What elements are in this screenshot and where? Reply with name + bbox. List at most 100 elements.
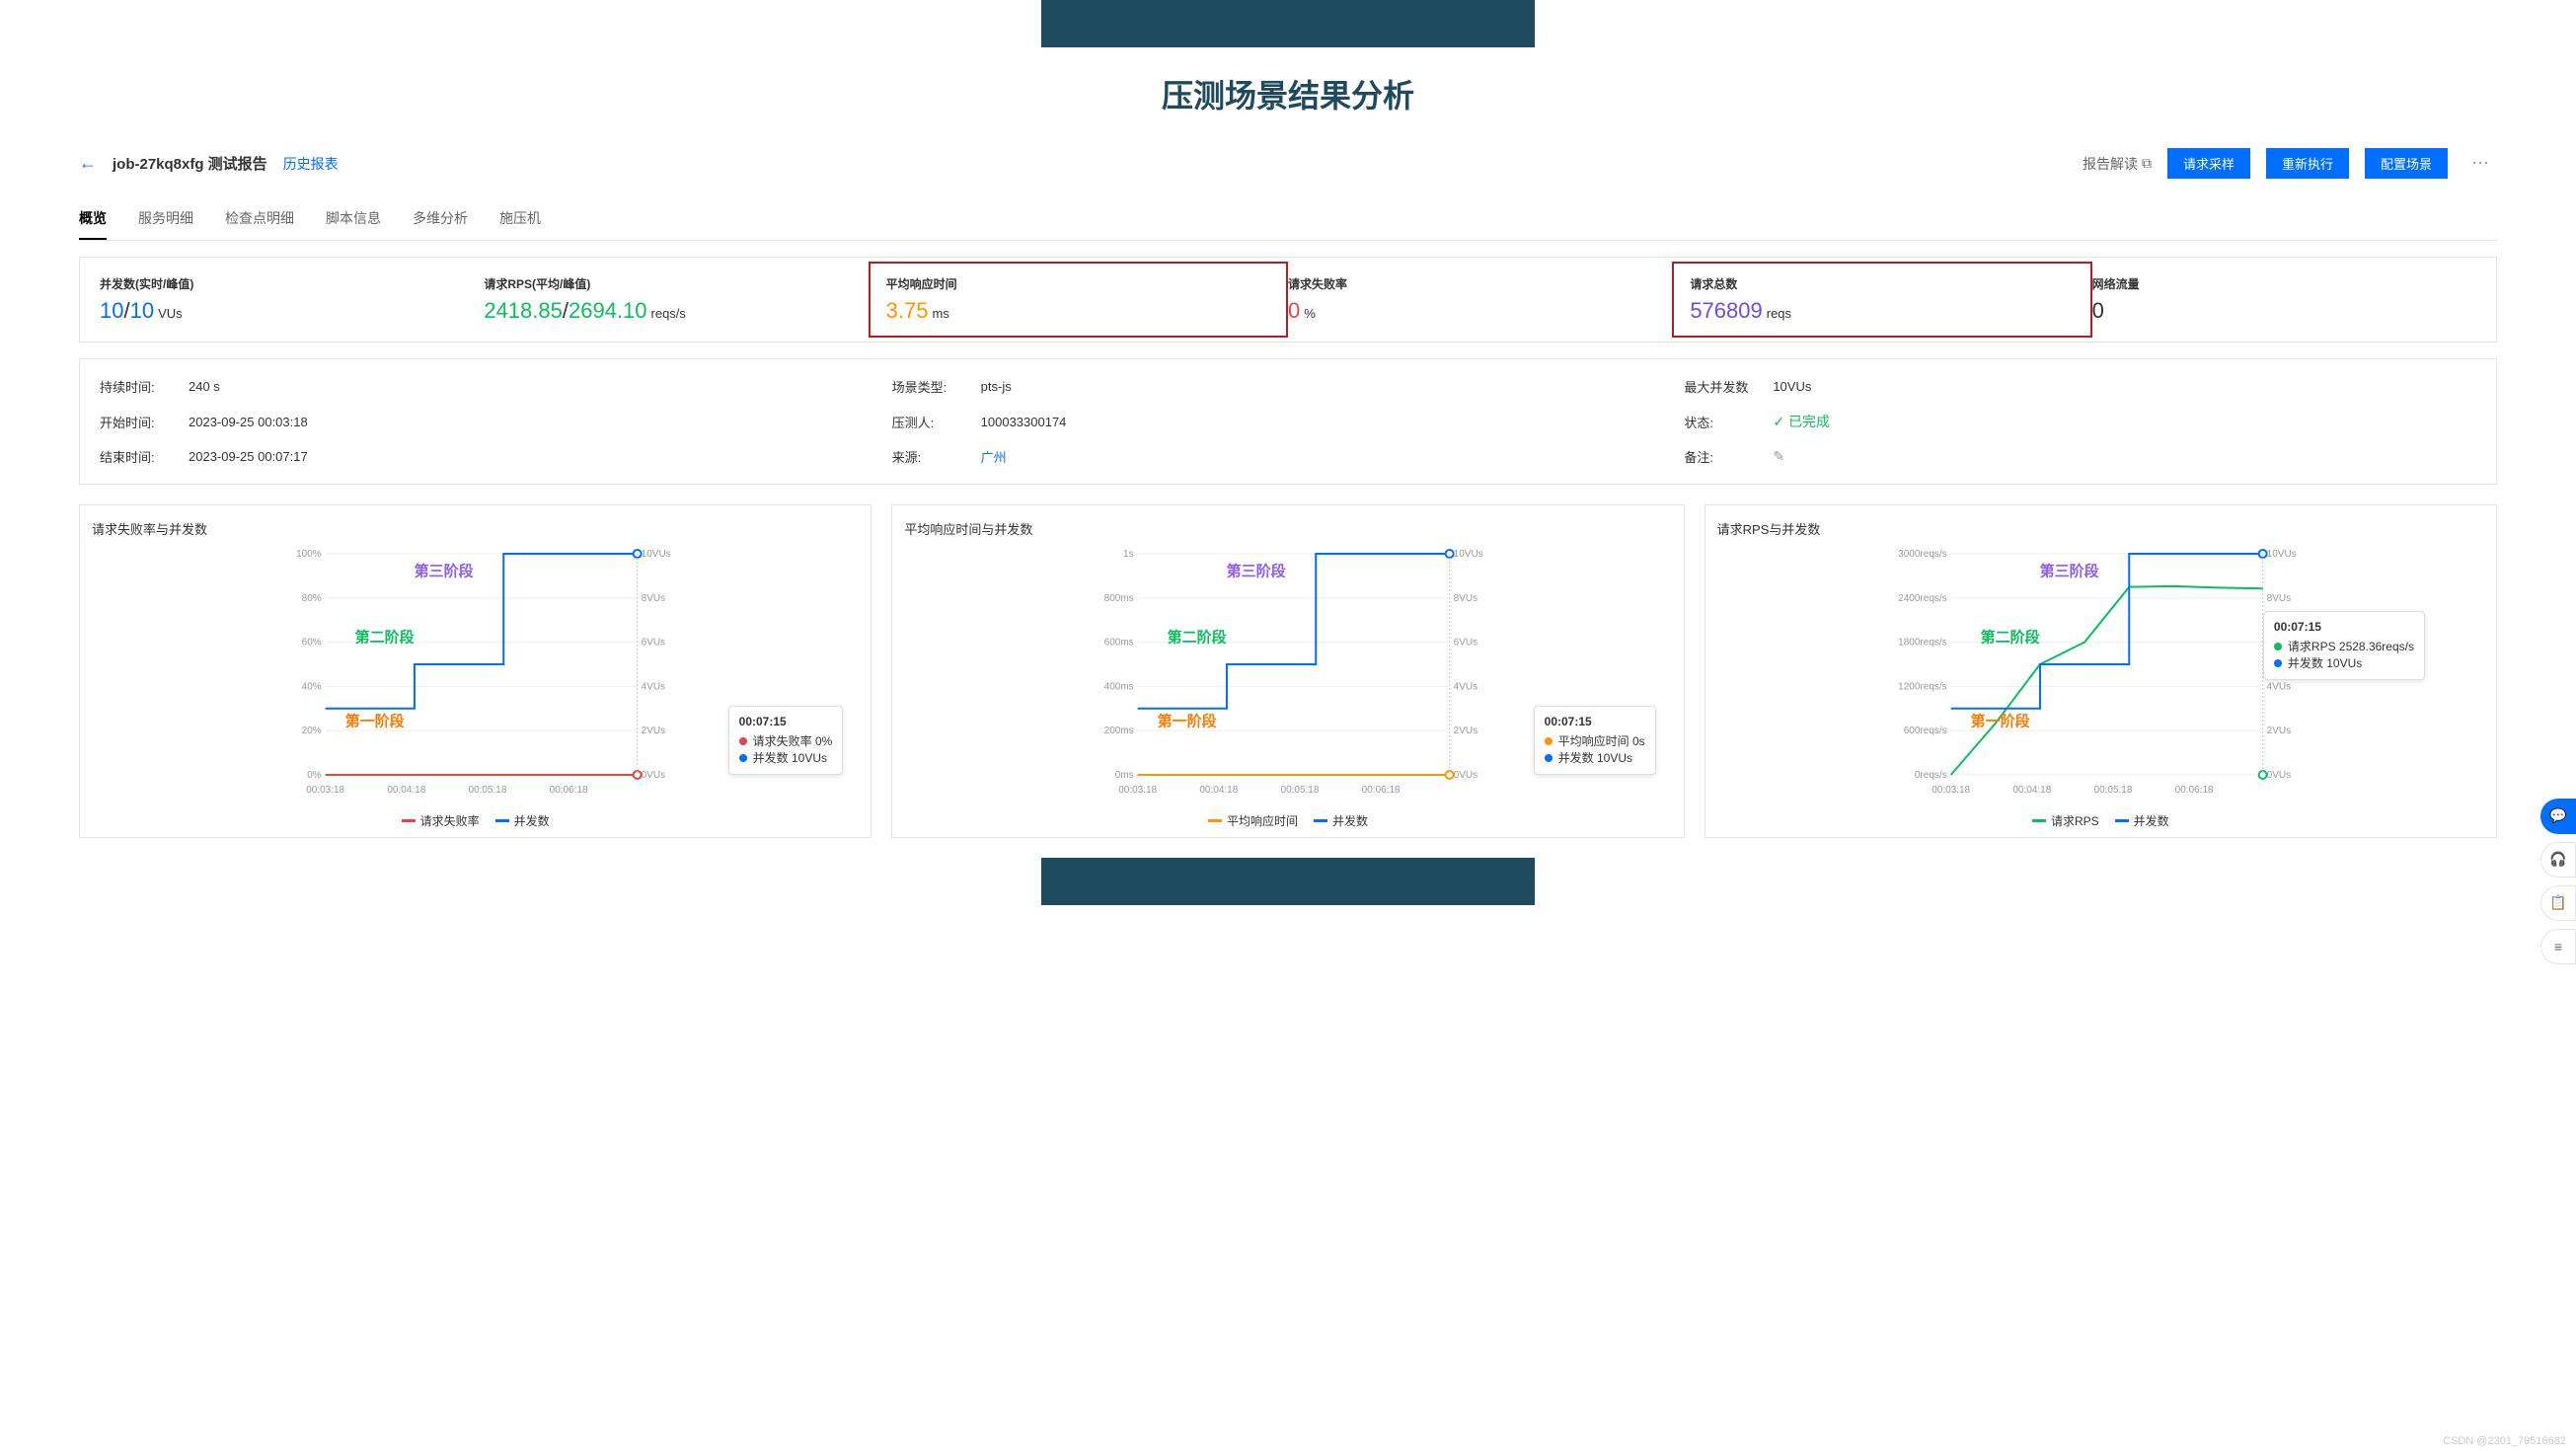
legend-item[interactable]: 平均响应时间: [1208, 812, 1298, 829]
fab-feedback-icon[interactable]: 📋: [2540, 885, 2576, 921]
chart-legend: 平均响应时间并发数: [904, 804, 1671, 829]
check-circle-icon: ✓: [1773, 414, 1784, 430]
fab-chat-icon[interactable]: 💬: [2540, 799, 2576, 834]
svg-text:00:05:18: 00:05:18: [2093, 785, 2132, 796]
svg-text:4VUs: 4VUs: [2266, 681, 2290, 692]
history-link[interactable]: 历史报表: [283, 154, 339, 174]
edit-icon[interactable]: ✎: [1773, 448, 1784, 465]
svg-text:400ms: 400ms: [1104, 681, 1134, 692]
metric-network: 网络流量 0: [2092, 275, 2476, 324]
svg-text:第二阶段: 第二阶段: [1980, 629, 2039, 647]
page-title: 压测场景结果分析: [0, 71, 2576, 116]
legend-item[interactable]: 请求RPS: [2032, 812, 2099, 829]
svg-text:20%: 20%: [302, 726, 322, 736]
svg-text:3000reqs/s: 3000reqs/s: [1898, 549, 1946, 560]
svg-text:2VUs: 2VUs: [642, 726, 665, 736]
chart-panel-1: 平均响应时间与并发数0ms0VUs200ms2VUs400ms4VUs600ms…: [891, 504, 1684, 838]
chart-title: 请求RPS与并发数: [1717, 519, 2484, 538]
chart-tooltip: 00:07:15请求RPS 2528.36reqs/s并发数 10VUs: [2263, 611, 2425, 680]
report-header: ← job-27kq8xfg 测试报告 历史报表 报告解读 ⧉ 请求采样 重新执…: [79, 140, 2497, 198]
legend-item[interactable]: 请求失败率: [402, 812, 480, 829]
rerun-button[interactable]: 重新执行: [2266, 148, 2349, 179]
svg-text:10VUs: 10VUs: [1454, 549, 1483, 560]
external-link-icon: ⧉: [2142, 155, 2152, 172]
svg-text:第一阶段: 第一阶段: [1970, 713, 2029, 730]
svg-text:8VUs: 8VUs: [2266, 593, 2290, 604]
report-interpretation-link[interactable]: 报告解读 ⧉: [2083, 154, 2152, 174]
svg-text:00:04:18: 00:04:18: [387, 785, 425, 796]
charts-row: 请求失败率与并发数0%0VUs20%2VUs40%4VUs60%6VUs80%8…: [79, 504, 2497, 838]
svg-text:800ms: 800ms: [1104, 593, 1134, 604]
banner-top: [1041, 0, 1535, 47]
metrics-panel: 并发数(实时/峰值) 10/10VUs 请求RPS(平均/峰值) 2418.85…: [79, 257, 2497, 343]
floating-actions: 💬 🎧 📋 ≡: [2540, 799, 2576, 964]
tab-multi-analysis[interactable]: 多维分析: [413, 198, 468, 240]
tab-service-detail[interactable]: 服务明细: [138, 198, 193, 240]
svg-text:第三阶段: 第三阶段: [2039, 562, 2098, 579]
svg-text:00:03:18: 00:03:18: [1932, 785, 1970, 796]
config-button[interactable]: 配置场景: [2365, 148, 2448, 179]
chart-panel-2: 请求RPS与并发数0reqs/s0VUs600reqs/s2VUs1200req…: [1705, 504, 2497, 838]
svg-text:600reqs/s: 600reqs/s: [1903, 726, 1946, 736]
svg-text:第二阶段: 第二阶段: [1168, 629, 1227, 647]
report-title: job-27kq8xfg 测试报告: [113, 153, 267, 174]
svg-text:第一阶段: 第一阶段: [1158, 713, 1217, 730]
tab-script-info[interactable]: 脚本信息: [326, 198, 381, 240]
back-icon[interactable]: ←: [79, 153, 97, 174]
svg-text:0%: 0%: [307, 770, 322, 781]
svg-text:200ms: 200ms: [1104, 726, 1134, 736]
source-link[interactable]: 广州: [981, 447, 1007, 466]
svg-text:00:05:18: 00:05:18: [469, 785, 507, 796]
fab-headset-icon[interactable]: 🎧: [2540, 842, 2576, 878]
svg-text:00:04:18: 00:04:18: [1200, 785, 1239, 796]
svg-text:4VUs: 4VUs: [1454, 681, 1477, 692]
chart-tooltip: 00:07:15平均响应时间 0s并发数 10VUs: [1534, 706, 1656, 775]
chart-panel-0: 请求失败率与并发数0%0VUs20%2VUs40%4VUs60%6VUs80%8…: [79, 504, 871, 838]
svg-text:100%: 100%: [296, 549, 322, 560]
svg-text:6VUs: 6VUs: [1454, 638, 1477, 649]
svg-text:8VUs: 8VUs: [1454, 593, 1477, 604]
svg-text:600ms: 600ms: [1104, 638, 1134, 649]
tab-checkpoint-detail[interactable]: 检查点明细: [225, 198, 294, 240]
watermark: CSDN @2301_79516682: [2443, 1435, 2566, 1447]
status-badge: ✓已完成: [1773, 412, 1830, 431]
legend-item[interactable]: 并发数: [495, 812, 550, 829]
svg-text:6VUs: 6VUs: [642, 638, 665, 649]
metric-total-requests: 请求总数 576809reqs: [1672, 262, 2091, 338]
legend-item[interactable]: 并发数: [1314, 812, 1368, 829]
tab-overview[interactable]: 概览: [79, 198, 107, 240]
svg-text:40%: 40%: [302, 681, 322, 692]
svg-text:8VUs: 8VUs: [642, 593, 665, 604]
metric-rps: 请求RPS(平均/峰值) 2418.85/2694.10reqs/s: [484, 275, 868, 324]
more-icon[interactable]: ⋯: [2463, 153, 2497, 174]
svg-text:80%: 80%: [302, 593, 322, 604]
svg-text:0VUs: 0VUs: [1454, 770, 1477, 781]
fab-menu-icon[interactable]: ≡: [2540, 929, 2576, 964]
tab-press-machine[interactable]: 施压机: [499, 198, 541, 240]
chart-title: 请求失败率与并发数: [92, 519, 859, 538]
svg-text:00:03:18: 00:03:18: [306, 785, 344, 796]
chart-legend: 请求RPS 并发数: [1717, 804, 2484, 829]
chart-title: 平均响应时间与并发数: [904, 519, 1671, 538]
svg-text:00:06:18: 00:06:18: [550, 785, 588, 796]
svg-text:4VUs: 4VUs: [642, 681, 665, 692]
chart-tooltip: 00:07:15请求失败率 0%并发数 10VUs: [728, 706, 844, 775]
svg-text:0reqs/s: 0reqs/s: [1915, 770, 1947, 781]
svg-text:0VUs: 0VUs: [642, 770, 665, 781]
svg-text:1s: 1s: [1123, 549, 1134, 560]
svg-text:00:03:18: 00:03:18: [1119, 785, 1158, 796]
svg-text:00:06:18: 00:06:18: [1362, 785, 1401, 796]
svg-text:00:05:18: 00:05:18: [1281, 785, 1320, 796]
svg-text:第三阶段: 第三阶段: [415, 562, 474, 579]
svg-text:第三阶段: 第三阶段: [1227, 562, 1286, 579]
sample-button[interactable]: 请求采样: [2167, 148, 2250, 179]
svg-text:第一阶段: 第一阶段: [345, 713, 405, 730]
svg-text:00:04:18: 00:04:18: [2012, 785, 2051, 796]
svg-text:0VUs: 0VUs: [2266, 770, 2290, 781]
legend-item[interactable]: 并发数: [2115, 812, 2169, 829]
svg-text:10VUs: 10VUs: [642, 549, 671, 560]
svg-text:00:06:18: 00:06:18: [2174, 785, 2213, 796]
info-panel: 持续时间:240 s 场景类型:pts-js 最大并发数10VUs 开始时间:2…: [79, 358, 2497, 485]
svg-text:2VUs: 2VUs: [1454, 726, 1477, 736]
banner-bottom: [1041, 858, 1535, 905]
